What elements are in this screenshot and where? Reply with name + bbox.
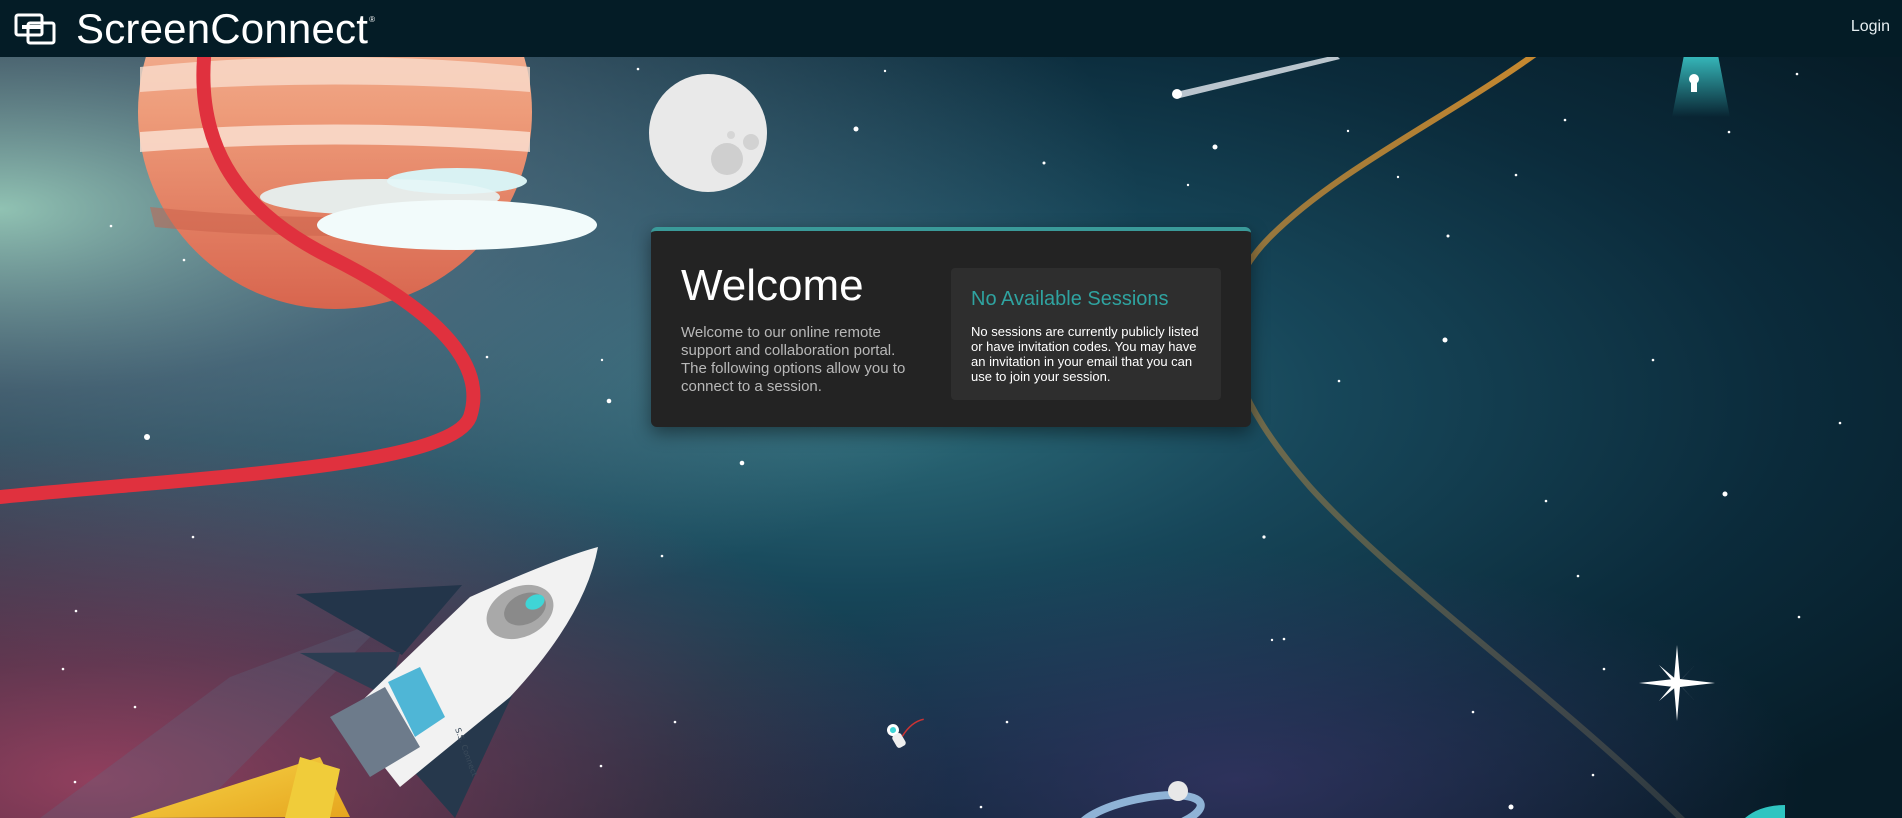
welcome-description: Welcome to our online remote support and… [681, 324, 906, 395]
sessions-box: No Available Sessions No sessions are cu… [951, 268, 1221, 400]
moon-illustration [649, 74, 767, 192]
brand-name: ScreenConnect® [76, 5, 376, 52]
sessions-message: No sessions are currently publicly liste… [971, 324, 1199, 384]
welcome-panel: Welcome Welcome to our online remote sup… [651, 227, 1251, 427]
sessions-title: No Available Sessions [971, 288, 1169, 310]
space-illustration: S.S. Connect [0, 57, 1902, 818]
top-bar: ScreenConnect® Login [0, 0, 1902, 57]
space-background: S.S. Connect [0, 57, 1902, 818]
screenconnect-logo-icon [14, 13, 56, 45]
login-link[interactable]: Login [1851, 18, 1890, 36]
comet-head [1172, 89, 1182, 99]
registered-mark: ® [369, 15, 376, 24]
welcome-title: Welcome [681, 261, 864, 310]
brand: ScreenConnect® [14, 5, 376, 52]
